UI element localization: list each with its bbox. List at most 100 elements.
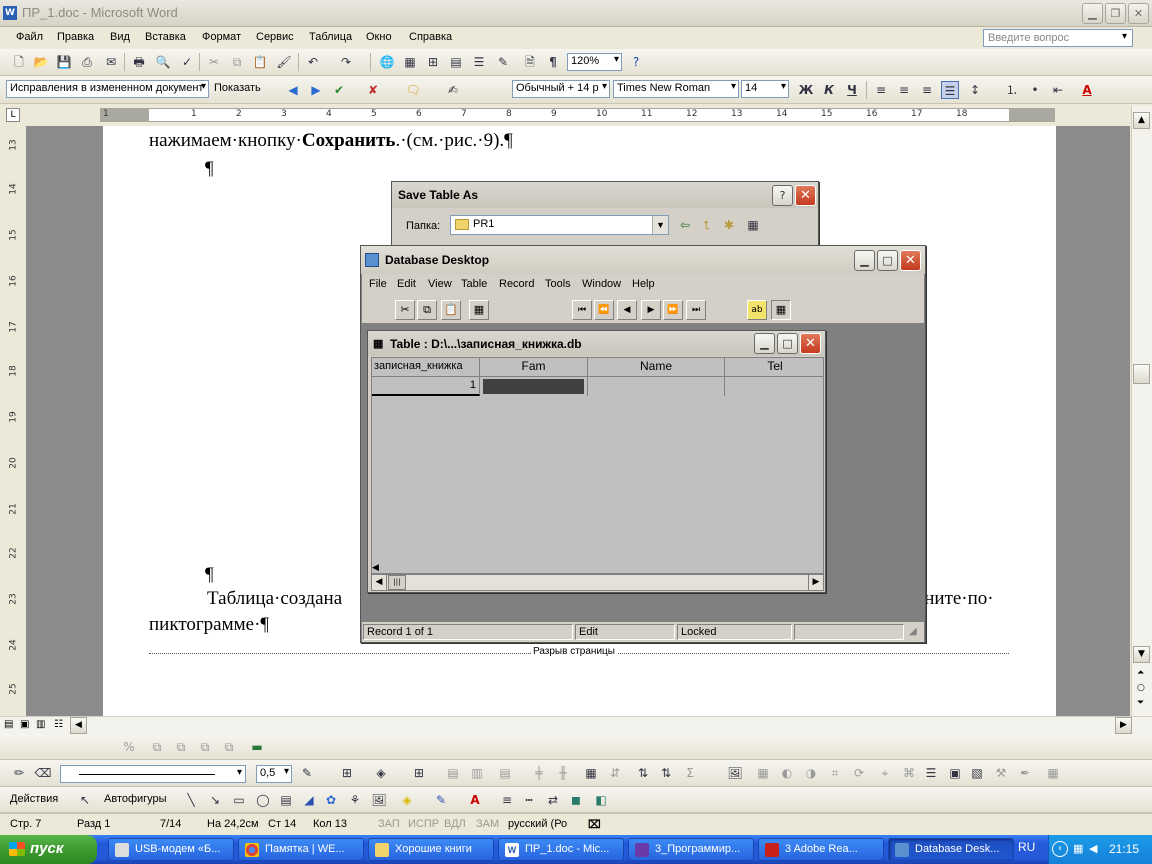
3d-style-icon[interactable]: ◧ bbox=[592, 791, 610, 809]
language-indicator[interactable]: RU bbox=[1018, 840, 1035, 854]
db-close-button[interactable]: ✕ bbox=[900, 250, 921, 271]
db-app-icon[interactable] bbox=[365, 253, 379, 267]
status-overtype[interactable]: ЗАМ bbox=[476, 818, 499, 830]
redo-icon[interactable]: ↷ bbox=[337, 53, 355, 71]
pen-icon[interactable]: ✒ bbox=[1016, 764, 1034, 782]
underline-button[interactable]: Ч bbox=[843, 81, 861, 99]
next-set-icon[interactable]: ⏩ bbox=[663, 300, 683, 320]
italic-button[interactable]: К bbox=[820, 81, 838, 99]
undo-icon[interactable]: ↶ bbox=[304, 53, 322, 71]
font-color-draw-icon[interactable]: A bbox=[466, 791, 484, 809]
reset-picture-icon[interactable]: ⚒ bbox=[992, 764, 1010, 782]
hyperlink-icon[interactable]: 🌐 bbox=[378, 53, 396, 71]
insert-table-icon[interactable]: ⊞ bbox=[424, 53, 442, 71]
rectangle-tool-icon[interactable]: ▭ bbox=[230, 791, 248, 809]
task-adobe-reader[interactable]: 3 Adobe Rea... bbox=[758, 838, 884, 861]
distribute-cols-icon[interactable]: ╫ bbox=[554, 764, 572, 782]
scroll-right-button[interactable]: ▶ bbox=[808, 575, 823, 590]
group-icon[interactable]: ⧉ bbox=[196, 738, 214, 756]
arrow-tool-icon[interactable]: ↘ bbox=[206, 791, 224, 809]
db-menu-edit[interactable]: Edit bbox=[397, 278, 416, 290]
back-icon[interactable]: ⇦ bbox=[676, 216, 694, 234]
db-paste-icon[interactable]: 📋 bbox=[441, 300, 461, 320]
scroll-right-button[interactable]: ▶ bbox=[1115, 717, 1132, 734]
ungroup-icon[interactable]: ⧉ bbox=[220, 738, 238, 756]
column-header[interactable]: Tel bbox=[725, 358, 823, 377]
insert-table-icon[interactable]: ⊞ bbox=[410, 764, 428, 782]
clock[interactable]: 21:15 bbox=[1109, 842, 1139, 856]
prev-page-icon[interactable]: ⏶ bbox=[1137, 668, 1144, 678]
cut-icon[interactable]: ✂ bbox=[205, 53, 223, 71]
ask-question-input[interactable]: Введите вопрос bbox=[983, 29, 1133, 47]
save-dialog-close-button[interactable]: ✕ bbox=[795, 185, 816, 206]
db-menu-tools[interactable]: Tools bbox=[545, 278, 571, 290]
percent-icon[interactable]: % bbox=[120, 738, 138, 756]
table-cell-selected[interactable] bbox=[480, 377, 588, 396]
text-wrap-icon[interactable]: ⌘ bbox=[900, 764, 918, 782]
db-menu-help[interactable]: Help bbox=[632, 278, 655, 290]
table-row[interactable]: 1 bbox=[372, 377, 823, 396]
merge-cells-icon[interactable]: ▤ bbox=[444, 764, 462, 782]
picture-icon[interactable]: 🖼 bbox=[370, 791, 388, 809]
scroll-left-button[interactable]: ◀ bbox=[372, 575, 387, 590]
new-comment-icon[interactable]: 🗨 bbox=[404, 81, 422, 99]
wordart-icon[interactable]: ◢ bbox=[300, 791, 318, 809]
task-pamyatka[interactable]: Памятка | WE... bbox=[238, 838, 364, 861]
db-minimize-button[interactable]: ▁ bbox=[854, 250, 875, 271]
normal-view-icon[interactable]: ▤ bbox=[4, 719, 13, 730]
status-rec[interactable]: ЗАП bbox=[378, 818, 400, 830]
table-hscrollbar[interactable]: ◀ ||| ▶ bbox=[371, 574, 824, 591]
clipart-icon[interactable]: ⚘ bbox=[346, 791, 364, 809]
prev-record-icon[interactable]: ◀ bbox=[617, 300, 637, 320]
split-cells-icon[interactable]: ▥ bbox=[468, 764, 486, 782]
table-cell[interactable]: 1 bbox=[372, 377, 480, 396]
status-track[interactable]: ИСПР bbox=[408, 818, 439, 830]
vertical-scrollbar[interactable]: ▲ ▼ ⏶ ○ ⏷ bbox=[1131, 106, 1152, 716]
db-menu-record[interactable]: Record bbox=[499, 278, 534, 290]
print-preview-icon[interactable]: 🔍 bbox=[154, 53, 172, 71]
edit-data-icon[interactable]: ab bbox=[747, 300, 767, 320]
shadow-style-icon[interactable]: ◼ bbox=[567, 791, 585, 809]
db-menu-window[interactable]: Window bbox=[582, 278, 621, 290]
menu-window[interactable]: Окно bbox=[366, 31, 392, 43]
prev-change-icon[interactable]: ◀ bbox=[284, 81, 302, 99]
brightness-icon[interactable]: ◑ bbox=[802, 764, 820, 782]
next-record-icon[interactable]: ▶ bbox=[641, 300, 661, 320]
align-icon[interactable]: ▤ bbox=[496, 764, 514, 782]
zoom-select[interactable]: 120% bbox=[567, 53, 622, 71]
word-app-icon[interactable]: W bbox=[3, 6, 17, 20]
save-icon[interactable]: 💾 bbox=[55, 53, 73, 71]
column-header[interactable]: Fam bbox=[480, 358, 588, 377]
diagram-icon[interactable]: ✿ bbox=[322, 791, 340, 809]
line-style-select[interactable]: ▾ bbox=[60, 765, 246, 783]
insert-excel-icon[interactable]: ▤ bbox=[447, 53, 465, 71]
numbering-icon[interactable]: ⒈ bbox=[1003, 81, 1021, 99]
close-button[interactable]: ✕ bbox=[1128, 3, 1149, 24]
menu-table[interactable]: Таблица bbox=[309, 31, 352, 43]
db-maximize-button[interactable]: □ bbox=[877, 250, 898, 271]
autoformat-icon[interactable]: ▦ bbox=[582, 764, 600, 782]
justify-icon[interactable]: ☰ bbox=[941, 81, 959, 99]
web-view-icon[interactable]: ▣ bbox=[20, 719, 29, 730]
network-icon[interactable]: ▦ bbox=[1073, 842, 1083, 855]
browse-object-icon[interactable]: ○ bbox=[1137, 683, 1145, 693]
table-close-button[interactable]: ✕ bbox=[800, 333, 821, 354]
db-menu-table[interactable]: Table bbox=[461, 278, 487, 290]
task-folder[interactable]: Хорошие книги bbox=[368, 838, 494, 861]
outline-view-icon[interactable]: ☷ bbox=[54, 719, 63, 730]
text-direction-icon[interactable]: ⇵ bbox=[606, 764, 624, 782]
menu-insert[interactable]: Вставка bbox=[145, 31, 186, 43]
reject-change-icon[interactable]: ✘ bbox=[364, 81, 382, 99]
paste-icon[interactable]: 📋 bbox=[251, 53, 269, 71]
options-icon[interactable]: ▦ bbox=[1044, 764, 1062, 782]
scroll-up-button[interactable]: ▲ bbox=[1133, 112, 1150, 129]
db-menu-file[interactable]: File bbox=[369, 278, 387, 290]
draw-table-icon[interactable]: ✏ bbox=[10, 764, 28, 782]
menu-help[interactable]: Справка bbox=[409, 31, 452, 43]
db-copy-icon[interactable]: ⧉ bbox=[417, 300, 437, 320]
help-icon[interactable]: ? bbox=[627, 53, 645, 71]
spelling-status-icon[interactable]: ⌧ bbox=[588, 818, 601, 831]
distribute-rows-icon[interactable]: ╪ bbox=[530, 764, 548, 782]
scroll-left-button[interactable]: ◀ bbox=[70, 717, 87, 734]
textbox-tool-icon[interactable]: ▤ bbox=[277, 791, 295, 809]
